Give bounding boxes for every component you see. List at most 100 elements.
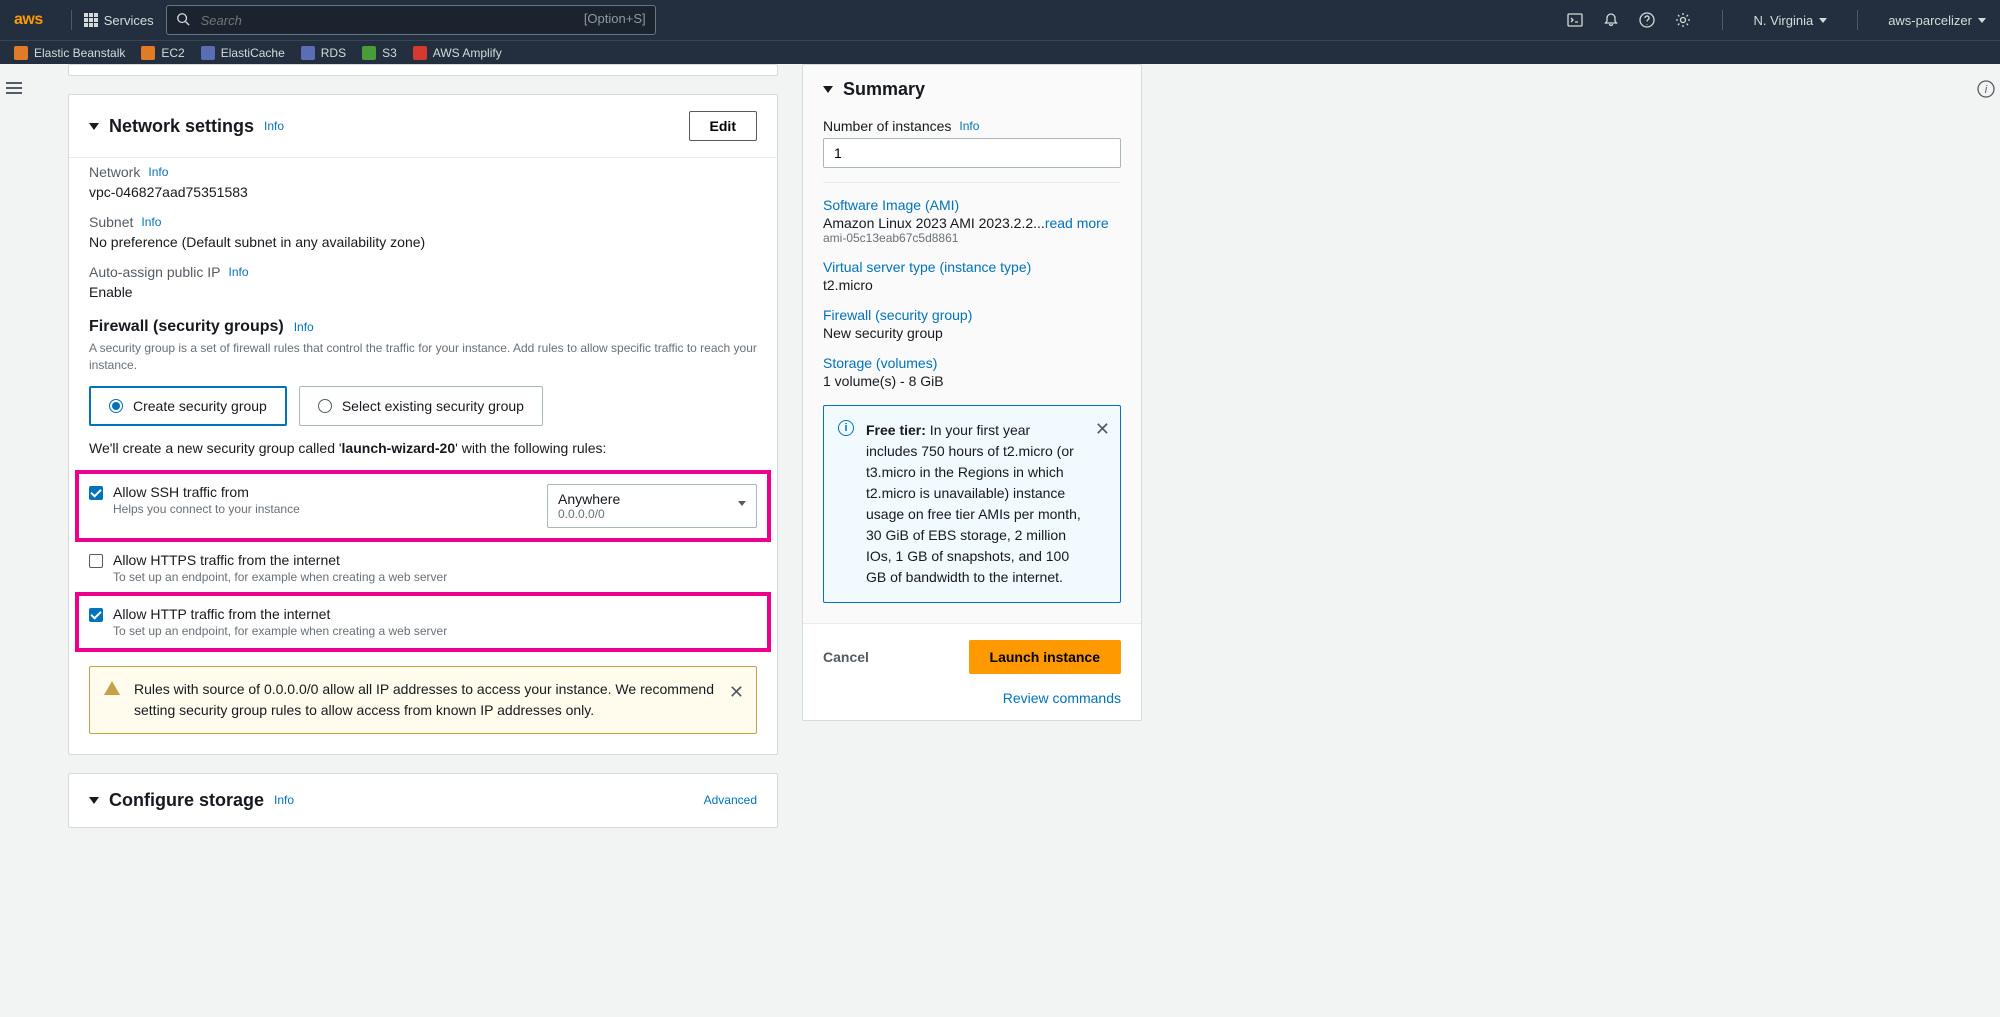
warning-icon — [104, 681, 120, 695]
configure-storage-panel: Configure storage Info Advanced — [68, 773, 778, 828]
radio-create-sg[interactable]: Create security group — [89, 386, 287, 426]
sidebar-toggle[interactable] — [6, 82, 22, 94]
collapse-toggle[interactable] — [89, 797, 99, 804]
info-link[interactable]: Info — [148, 165, 168, 179]
subnet-label: Subnet — [89, 214, 133, 230]
radio-icon — [109, 399, 123, 413]
free-tier-text: In your first year includes 750 hours of… — [866, 422, 1081, 585]
info-link[interactable]: Info — [264, 119, 284, 133]
instance-type-link[interactable]: Virtual server type (instance type) — [823, 259, 1121, 275]
service-icon — [201, 46, 215, 60]
search-input[interactable] — [166, 5, 656, 35]
ami-value: Amazon Linux 2023 AMI 2023.2.2...read mo… — [823, 215, 1121, 231]
collapsed-panel-above — [68, 64, 778, 76]
summary-panel: Summary Number of instances Info Softwar… — [802, 64, 1142, 721]
network-settings-panel: Network settings Info Edit Network Info … — [68, 94, 778, 755]
free-tier-box: i ✕ Free tier: In your first year includ… — [823, 405, 1121, 603]
ssh-source-select[interactable]: Anywhere 0.0.0.0/0 — [547, 484, 757, 528]
review-commands-link[interactable]: Review commands — [803, 690, 1141, 720]
caret-down-icon — [1978, 18, 1986, 23]
highlight-http: Allow HTTP traffic from the internet To … — [75, 592, 771, 652]
topnav-right: N. Virginia aws-parcelizer — [1566, 10, 1986, 30]
account-label: aws-parcelizer — [1888, 13, 1972, 28]
subnet-value: No preference (Default subnet in any ava… — [89, 234, 757, 250]
autoip-label: Auto-assign public IP — [89, 264, 221, 280]
search-hint: [Option+S] — [584, 11, 646, 26]
divider — [823, 182, 1121, 183]
service-icon — [362, 46, 376, 60]
advanced-link[interactable]: Advanced — [704, 793, 757, 807]
favorite-item[interactable]: ElastiCache — [201, 46, 285, 60]
aws-logo[interactable]: aws — [14, 11, 43, 29]
collapse-toggle[interactable] — [823, 86, 833, 93]
favorite-item[interactable]: Elastic Beanstalk — [14, 46, 125, 60]
checkbox-https[interactable] — [89, 554, 103, 568]
info-icon: i — [838, 420, 854, 436]
favorite-item[interactable]: AWS Amplify — [413, 46, 502, 60]
ssh-select-sub: 0.0.0.0/0 — [558, 507, 746, 521]
collapse-toggle[interactable] — [89, 123, 99, 130]
notifications-icon[interactable] — [1602, 11, 1620, 29]
read-more-link[interactable]: read more — [1045, 215, 1109, 231]
sg-description: We'll create a new security group called… — [89, 440, 757, 456]
region-selector[interactable]: N. Virginia — [1753, 13, 1827, 28]
panel-title: Configure storage — [109, 790, 264, 811]
favorite-label: RDS — [321, 46, 346, 60]
ami-id: ami-05c13eab67c5d8861 — [823, 231, 1121, 245]
account-selector[interactable]: aws-parcelizer — [1888, 13, 1986, 28]
info-panel-toggle[interactable]: i — [1977, 80, 1995, 868]
storage-link[interactable]: Storage (volumes) — [823, 355, 1121, 371]
nav-separator — [71, 10, 72, 30]
summary-sg-value: New security group — [823, 325, 1121, 341]
search-wrap: [Option+S] — [166, 5, 656, 35]
checkbox-ssh[interactable] — [89, 486, 103, 500]
favorite-label: Elastic Beanstalk — [34, 46, 125, 60]
cloudshell-icon[interactable] — [1566, 11, 1584, 29]
favorite-label: ElastiCache — [221, 46, 285, 60]
warning-box: Rules with source of 0.0.0.0/0 allow all… — [89, 666, 757, 734]
left-gutter — [0, 64, 28, 868]
warning-text: Rules with source of 0.0.0.0/0 allow all… — [134, 681, 714, 718]
info-link[interactable]: Info — [274, 793, 294, 807]
close-icon[interactable]: ✕ — [1095, 416, 1110, 443]
checkbox-http[interactable] — [89, 608, 103, 622]
panel-title: Network settings — [109, 116, 254, 137]
settings-icon[interactable] — [1674, 11, 1692, 29]
network-value: vpc-046827aad75351583 — [89, 184, 757, 200]
radio-create-label: Create security group — [133, 398, 267, 414]
info-link[interactable]: Info — [294, 320, 314, 334]
radio-icon — [318, 399, 332, 413]
region-label: N. Virginia — [1753, 13, 1813, 28]
radio-existing-sg[interactable]: Select existing security group — [299, 386, 543, 426]
ssh-label: Allow SSH traffic from — [113, 484, 537, 500]
services-label: Services — [104, 13, 154, 28]
highlight-ssh: Allow SSH traffic from Helps you connect… — [75, 470, 771, 542]
edit-button[interactable]: Edit — [689, 111, 757, 141]
https-help: To set up an endpoint, for example when … — [113, 570, 757, 584]
firewall-help: A security group is a set of firewall ru… — [89, 340, 757, 374]
service-icon — [301, 46, 315, 60]
info-link[interactable]: Info — [229, 265, 249, 279]
info-link[interactable]: Info — [141, 215, 161, 229]
grid-icon — [84, 13, 98, 27]
nav-separator — [1857, 10, 1858, 30]
close-icon[interactable]: ✕ — [729, 679, 744, 706]
ssh-select-value: Anywhere — [558, 491, 746, 507]
info-link[interactable]: Info — [959, 119, 979, 133]
cancel-button[interactable]: Cancel — [823, 649, 869, 665]
ssh-help: Helps you connect to your instance — [113, 502, 537, 516]
favorite-item[interactable]: EC2 — [141, 46, 184, 60]
launch-instance-button[interactable]: Launch instance — [969, 640, 1121, 674]
https-label: Allow HTTPS traffic from the internet — [113, 552, 757, 568]
http-label: Allow HTTP traffic from the internet — [113, 606, 757, 622]
help-icon[interactable] — [1638, 11, 1656, 29]
favorite-item[interactable]: S3 — [362, 46, 397, 60]
storage-value: 1 volume(s) - 8 GiB — [823, 373, 1121, 389]
favorite-item[interactable]: RDS — [301, 46, 346, 60]
summary-title: Summary — [843, 79, 925, 100]
services-menu[interactable]: Services — [84, 13, 154, 28]
ami-link[interactable]: Software Image (AMI) — [823, 197, 1121, 213]
favorite-label: EC2 — [161, 46, 184, 60]
summary-sg-link[interactable]: Firewall (security group) — [823, 307, 1121, 323]
num-instances-input[interactable] — [823, 138, 1121, 168]
